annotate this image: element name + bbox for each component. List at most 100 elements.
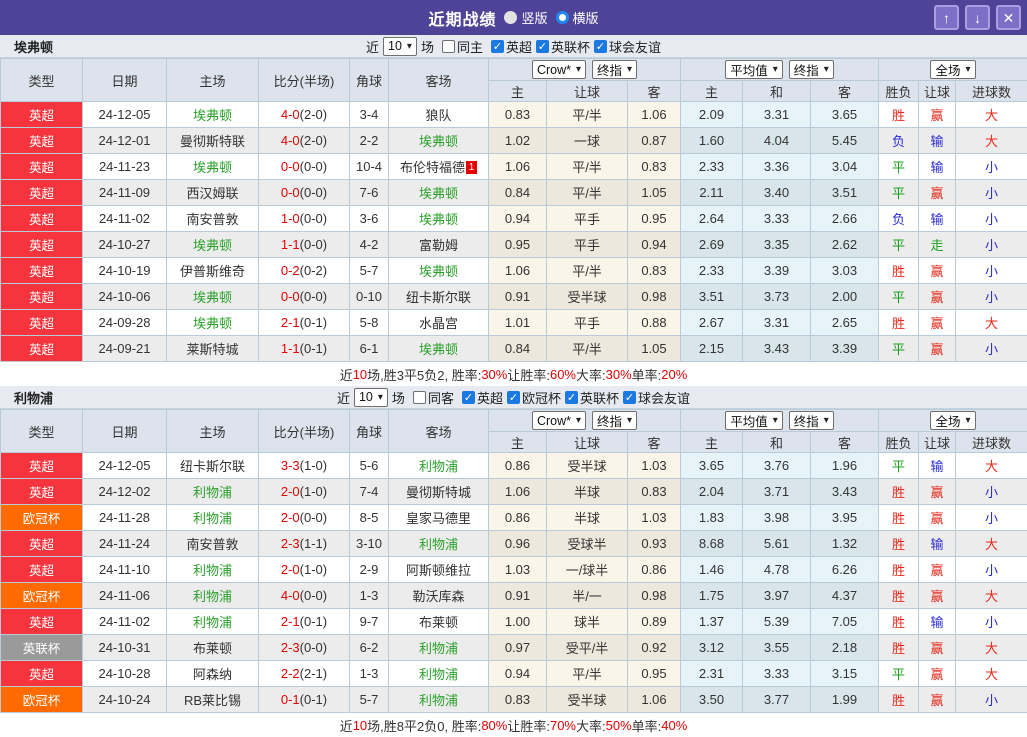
scroll-up-button[interactable]: ↑ (934, 5, 959, 30)
league-filter-英超[interactable]: ✓英超 (491, 37, 532, 56)
away-team-cell: 布伦特福德1 (389, 154, 489, 180)
checkbox-checked-icon[interactable]: ✓ (462, 391, 475, 404)
odds-home-cell: 0.83 (489, 687, 547, 713)
league-filter-英联杯[interactable]: ✓英联杯 (536, 37, 590, 56)
match-count-select[interactable]: 10▾ (354, 388, 388, 407)
outcome-cell: 胜 (879, 635, 919, 661)
same-venue-filter[interactable]: ✓同主 (442, 37, 483, 56)
radio-horizontal-layout[interactable]: 横版 (556, 8, 599, 27)
match-count-select[interactable]: 10▾ (383, 37, 417, 56)
matches-tbody: 英超24-12-05纽卡斯尔联3-3(1-0)5-6利物浦0.86受半球1.03… (1, 453, 1027, 713)
league-filter-label: 英超 (477, 388, 503, 407)
league-filter-英联杯[interactable]: ✓英联杯 (565, 388, 619, 407)
odds-away-cell: 1.06 (628, 102, 681, 128)
handicap-result-cell: 赢 (919, 284, 956, 310)
date-cell: 24-11-02 (83, 609, 167, 635)
league-filter-球会友谊[interactable]: ✓球会友谊 (623, 388, 690, 407)
outcome-cell: 胜 (879, 258, 919, 284)
odds-stage-select[interactable]: 终指▾ (592, 60, 637, 79)
away-team-cell: 利物浦 (389, 687, 489, 713)
summary-segment: 80% (481, 718, 507, 733)
avg-home-cell: 2.67 (681, 310, 743, 336)
away-team-cell: 纽卡斯尔联 (389, 284, 489, 310)
handicap-line-cell: 受半球 (547, 284, 628, 310)
odds-home-cell: 0.86 (489, 505, 547, 531)
date-cell: 24-11-28 (83, 505, 167, 531)
page-title: 近期战绩 (428, 6, 496, 30)
outcome-cell: 胜 (879, 531, 919, 557)
sub-header-handicap: 让球 (547, 432, 628, 453)
avg-draw-cell: 5.61 (743, 531, 811, 557)
checkbox-checked-icon[interactable]: ✓ (594, 40, 607, 53)
odds-home-cell: 1.02 (489, 128, 547, 154)
goals-result-cell: 大 (956, 531, 1027, 557)
matches-table: 类型 日期 主场 比分(半场) 角球 客场 Crow*▾ 终指▾ 平均值 (0, 58, 1027, 362)
sub-header-outcome: 胜负 (879, 432, 919, 453)
bookmaker-select[interactable]: Crow*▾ (532, 411, 586, 430)
checkbox-unchecked-icon[interactable]: ✓ (442, 40, 455, 53)
sub-header-odds-home: 主 (489, 81, 547, 102)
handicap-result-cell: 赢 (919, 505, 956, 531)
handicap-line-cell: 平手 (547, 310, 628, 336)
arrow-up-icon: ↑ (943, 11, 950, 25)
league-filter-球会友谊[interactable]: ✓球会友谊 (594, 37, 661, 56)
close-button[interactable]: ✕ (996, 5, 1021, 30)
league-filter-欧冠杯[interactable]: ✓欧冠杯 (507, 388, 561, 407)
avg-away-cell: 4.37 (811, 583, 879, 609)
away-team-cell: 埃弗顿 (389, 128, 489, 154)
odds-home-cell: 1.06 (489, 258, 547, 284)
date-cell: 24-09-28 (83, 310, 167, 336)
chevron-down-icon: ▾ (773, 64, 778, 75)
checkbox-checked-icon[interactable]: ✓ (507, 391, 520, 404)
avg-home-cell: 2.15 (681, 336, 743, 362)
handicap-line-cell: 受球半 (547, 531, 628, 557)
odds-away-cell: 0.86 (628, 557, 681, 583)
home-team-cell: 利物浦 (167, 609, 259, 635)
score-cell: 0-2(0-2) (259, 258, 350, 284)
checkbox-checked-icon[interactable]: ✓ (536, 40, 549, 53)
col-header-home: 主场 (167, 410, 259, 453)
odds-home-cell: 0.83 (489, 102, 547, 128)
home-team-cell: 阿森纳 (167, 661, 259, 687)
chevron-down-icon: ▾ (966, 64, 971, 75)
date-cell: 24-12-05 (83, 102, 167, 128)
filter-bar: 利物浦 近 10▾ 场 ✓同客 ✓英超✓欧冠杯✓英联杯✓球会友谊 (0, 386, 1027, 409)
period-select[interactable]: 全场▾ (930, 60, 975, 79)
checkbox-checked-icon[interactable]: ✓ (491, 40, 504, 53)
date-cell: 24-10-06 (83, 284, 167, 310)
average-stage-select[interactable]: 终指▾ (789, 60, 834, 79)
col-header-score: 比分(半场) (259, 410, 350, 453)
radio-vertical-layout[interactable]: 竖版 (504, 8, 547, 27)
same-venue-filter[interactable]: ✓同客 (413, 388, 454, 407)
score-cell: 4-0(0-0) (259, 583, 350, 609)
period-select[interactable]: 全场▾ (930, 411, 975, 430)
checkbox-unchecked-icon[interactable]: ✓ (413, 391, 426, 404)
bookmaker-select[interactable]: Crow*▾ (532, 60, 586, 79)
scroll-down-button[interactable]: ↓ (965, 5, 990, 30)
average-select[interactable]: 平均值▾ (725, 60, 783, 79)
home-team-cell: 埃弗顿 (167, 154, 259, 180)
league-type-cell: 英超 (1, 336, 83, 362)
avg-draw-cell: 4.04 (743, 128, 811, 154)
goals-result-cell: 小 (956, 180, 1027, 206)
outcome-cell: 胜 (879, 687, 919, 713)
odds-home-cell: 0.94 (489, 661, 547, 687)
checkbox-checked-icon[interactable]: ✓ (623, 391, 636, 404)
sub-header-avg-home: 主 (681, 81, 743, 102)
league-filter-英超[interactable]: ✓英超 (462, 388, 503, 407)
outcome-cell: 平 (879, 453, 919, 479)
sub-header-handicap-result: 让球 (919, 432, 956, 453)
away-team-cell: 利物浦 (389, 453, 489, 479)
odds-stage-select[interactable]: 终指▾ (592, 411, 637, 430)
average-stage-select[interactable]: 终指▾ (789, 411, 834, 430)
goals-result-cell: 小 (956, 206, 1027, 232)
checkbox-checked-icon[interactable]: ✓ (565, 391, 578, 404)
radio-checked-icon[interactable] (556, 11, 569, 24)
avg-draw-cell: 3.97 (743, 583, 811, 609)
titlebar: 近期战绩 竖版 横版 ↑ ↓ ✕ (0, 0, 1027, 35)
summary-segment: 场,胜3平5负2, 胜率: (367, 365, 481, 384)
odds-home-cell: 0.84 (489, 180, 547, 206)
average-select[interactable]: 平均值▾ (725, 411, 783, 430)
radio-unchecked-icon[interactable] (504, 11, 517, 24)
avg-draw-cell: 3.31 (743, 102, 811, 128)
